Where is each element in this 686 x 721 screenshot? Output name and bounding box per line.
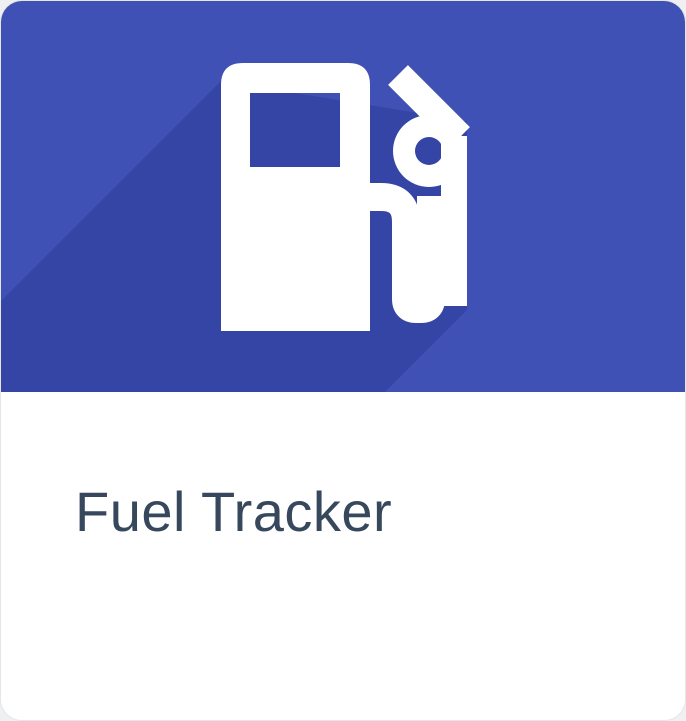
app-tile-card[interactable]: Fuel Tracker bbox=[0, 0, 686, 721]
app-title: Fuel Tracker bbox=[75, 480, 393, 543]
app-tile-banner bbox=[1, 1, 685, 392]
banner-graphic bbox=[1, 1, 685, 392]
app-tile-body bbox=[1, 392, 685, 720]
